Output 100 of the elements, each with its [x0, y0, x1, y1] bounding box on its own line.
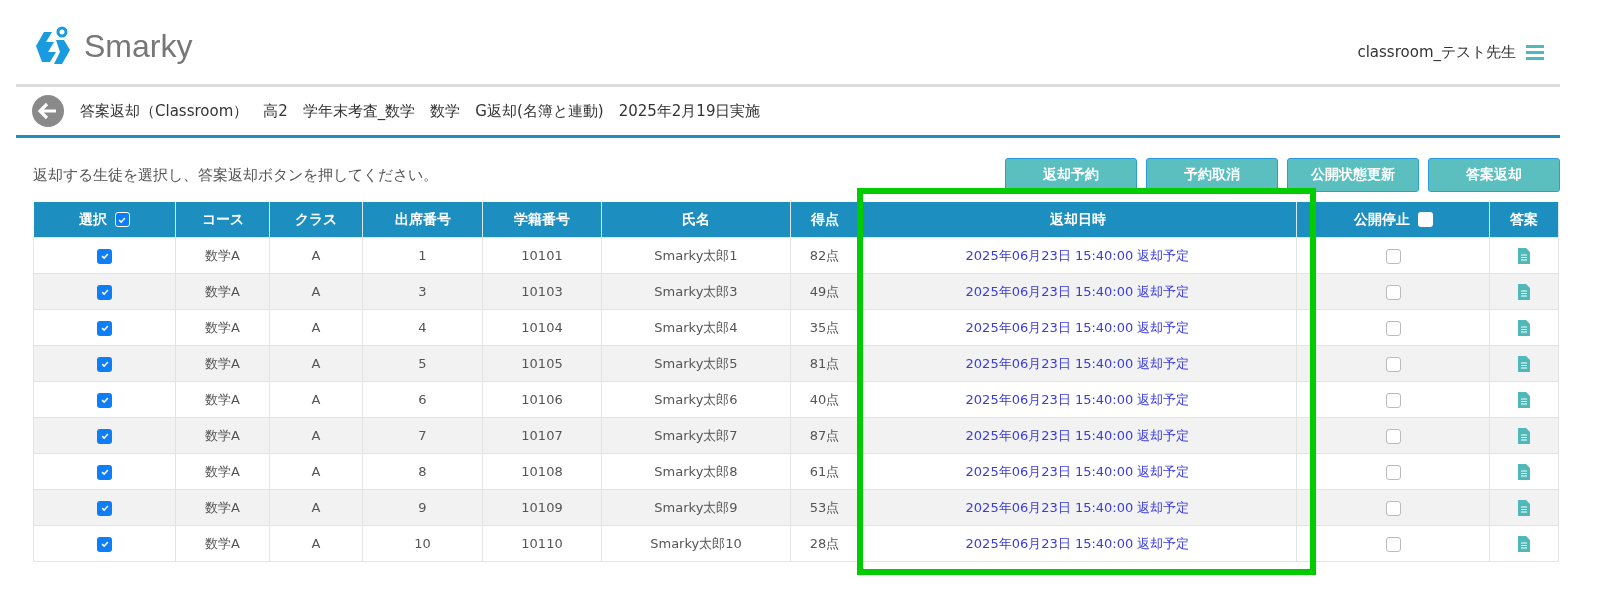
class-cell: A	[269, 381, 363, 418]
score-cell: 87点	[790, 417, 859, 454]
publish-stop-checkbox[interactable]	[1385, 500, 1401, 516]
class-cell: A	[269, 309, 363, 346]
attendance-number-cell: 1	[362, 237, 483, 274]
student-id-cell: 10105	[482, 345, 602, 382]
column-header: 出席番号	[362, 202, 483, 238]
back-icon[interactable]	[32, 95, 64, 127]
student-id-cell: 10106	[482, 381, 602, 418]
attendance-number-cell: 9	[362, 489, 483, 526]
publish-stop-checkbox[interactable]	[1385, 356, 1401, 372]
class-cell: A	[269, 237, 363, 274]
attendance-number-cell: 5	[362, 345, 483, 382]
publish-stop-checkbox[interactable]	[1385, 248, 1401, 264]
select-checkbox[interactable]	[97, 500, 112, 516]
document-icon[interactable]	[1518, 283, 1530, 300]
checkmark-icon	[99, 467, 110, 477]
score-cell: 81点	[790, 345, 859, 382]
column-header: 学籍番号	[482, 202, 602, 238]
column-header: クラス	[269, 202, 363, 238]
menu-icon[interactable]	[1526, 44, 1544, 60]
score-cell: 53点	[790, 489, 859, 526]
column-header: 氏名	[601, 202, 791, 238]
header-checkbox[interactable]	[1417, 212, 1433, 227]
page-title: 答案返却（Classroom） 高2 学年末考査_数学 数学 G返却(名簿と連動) 2025年2月19日実施	[80, 101, 761, 121]
document-icon[interactable]	[1518, 391, 1530, 408]
attendance-number-cell: 8	[362, 453, 483, 490]
select-checkbox[interactable]	[97, 428, 112, 444]
attendance-number-cell: 4	[362, 309, 483, 346]
name-cell: Smarky太郎10	[601, 525, 791, 562]
name-cell: Smarky太郎4	[601, 309, 791, 346]
name-cell: Smarky太郎5	[601, 345, 791, 382]
class-cell: A	[269, 273, 363, 310]
document-icon[interactable]	[1518, 463, 1530, 480]
checkmark-icon	[99, 287, 110, 297]
course-cell: 数学A	[175, 417, 270, 454]
student-id-cell: 10107	[482, 417, 602, 454]
attendance-number-cell: 10	[362, 525, 483, 562]
student-id-cell: 10101	[482, 237, 602, 274]
checkmark-icon	[99, 323, 110, 333]
class-cell: A	[269, 489, 363, 526]
name-cell: Smarky太郎3	[601, 273, 791, 310]
document-icon[interactable]	[1518, 319, 1530, 336]
user-name: classroom_テスト先生	[1357, 42, 1516, 62]
student-id-cell: 10103	[482, 273, 602, 310]
course-cell: 数学A	[175, 237, 270, 274]
select-checkbox[interactable]	[97, 248, 112, 264]
name-cell: Smarky太郎8	[601, 453, 791, 490]
publish-stop-checkbox[interactable]	[1385, 536, 1401, 552]
document-icon[interactable]	[1518, 355, 1530, 372]
column-header: 選択	[33, 202, 176, 238]
course-cell: 数学A	[175, 273, 270, 310]
student-id-cell: 10109	[482, 489, 602, 526]
publish-stop-checkbox[interactable]	[1385, 464, 1401, 480]
publish-stop-checkbox[interactable]	[1385, 284, 1401, 300]
checkmark-icon	[99, 251, 110, 261]
publish-stop-checkbox[interactable]	[1385, 392, 1401, 408]
course-cell: 数学A	[175, 345, 270, 382]
class-cell: A	[269, 525, 363, 562]
class-cell: A	[269, 345, 363, 382]
column-header: 公開停止	[1296, 202, 1490, 238]
checkmark-icon	[99, 395, 110, 405]
class-cell: A	[269, 453, 363, 490]
score-cell: 49点	[790, 273, 859, 310]
student-id-cell: 10108	[482, 453, 602, 490]
checkmark-icon	[99, 431, 110, 441]
column-header: 答案	[1489, 202, 1559, 238]
brand-name: Smarky	[84, 27, 193, 65]
name-cell: Smarky太郎1	[601, 237, 791, 274]
select-checkbox[interactable]	[97, 356, 112, 372]
document-icon[interactable]	[1518, 427, 1530, 444]
document-icon[interactable]	[1518, 535, 1530, 552]
document-icon[interactable]	[1518, 247, 1530, 264]
select-checkbox[interactable]	[97, 464, 112, 480]
name-cell: Smarky太郎7	[601, 417, 791, 454]
column-header: 得点	[790, 202, 859, 238]
course-cell: 数学A	[175, 453, 270, 490]
attendance-number-cell: 3	[362, 273, 483, 310]
student-id-cell: 10110	[482, 525, 602, 562]
select-checkbox[interactable]	[97, 320, 112, 336]
header-checkbox[interactable]	[114, 212, 130, 227]
course-cell: 数学A	[175, 381, 270, 418]
select-checkbox[interactable]	[97, 536, 112, 552]
course-cell: 数学A	[175, 309, 270, 346]
checkmark-icon	[99, 539, 110, 549]
checkmark-icon	[99, 359, 110, 369]
document-icon[interactable]	[1518, 499, 1530, 516]
select-checkbox[interactable]	[97, 284, 112, 300]
instruction-text: 返却する生徒を選択し、答案返却ボタンを押してください。	[33, 165, 438, 185]
select-checkbox[interactable]	[97, 392, 112, 408]
publish-stop-checkbox[interactable]	[1385, 320, 1401, 336]
score-cell: 82点	[790, 237, 859, 274]
column-header: コース	[175, 202, 270, 238]
attendance-number-cell: 6	[362, 381, 483, 418]
publish-stop-checkbox[interactable]	[1385, 428, 1401, 444]
course-cell: 数学A	[175, 489, 270, 526]
checkmark-icon	[99, 503, 110, 513]
student-id-cell: 10104	[482, 309, 602, 346]
name-cell: Smarky太郎9	[601, 489, 791, 526]
class-cell: A	[269, 417, 363, 454]
